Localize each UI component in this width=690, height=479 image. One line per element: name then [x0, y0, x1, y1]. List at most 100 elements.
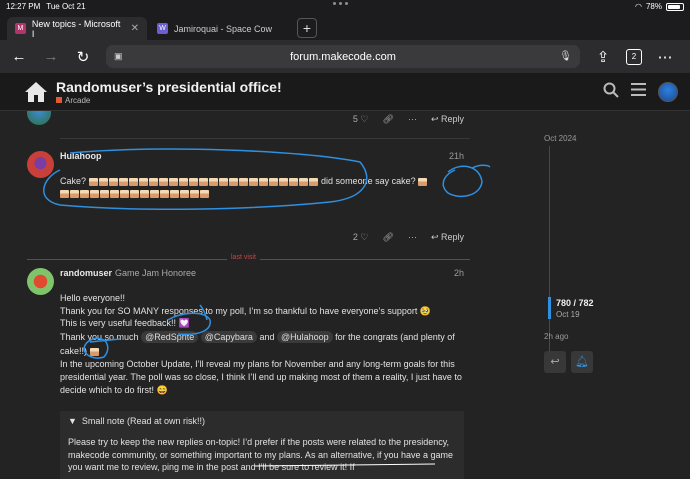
timeline-ago[interactable]: 2h ago	[544, 332, 568, 341]
reply-to-topic-button[interactable]: ↩	[544, 351, 566, 373]
post-actions: 2 ♡ 🔗︎ ⋯ ↩ Reply	[353, 232, 464, 243]
makecode-favicon-icon: M	[15, 23, 26, 34]
cake-emoji	[188, 177, 198, 186]
avatar[interactable]	[27, 151, 54, 178]
last-visit-divider: last visit	[27, 254, 470, 261]
new-tab-button[interactable]: +	[297, 18, 317, 38]
post-randomuser: randomuser Game Jam Honoree 2h Hello ever…	[27, 268, 470, 408]
cake-emoji	[200, 190, 209, 199]
share-icon[interactable]: ⇪	[594, 48, 612, 66]
timeline-start-date[interactable]: Oct 2024	[544, 134, 576, 143]
like-button[interactable]: 5 ♡	[353, 114, 369, 125]
cake-emoji	[150, 190, 159, 199]
reply-button[interactable]: ↩ Reply	[431, 114, 464, 125]
hamburger-menu-icon[interactable]	[631, 83, 646, 100]
cake-emoji	[90, 190, 99, 199]
post-text: and	[259, 332, 275, 343]
details-block: ▼ Small note (Read at own risk!!) Please…	[60, 411, 464, 479]
cake-emoji	[178, 177, 188, 186]
post-time[interactable]: 21h	[449, 151, 464, 161]
cake-emoji	[138, 177, 148, 186]
page-favicon-icon: W	[157, 23, 168, 34]
status-bar: 12:27 PM Tue Oct 21 ◠ 78%	[0, 0, 690, 13]
cake-emoji	[98, 177, 108, 186]
link-icon[interactable]: 🔗︎	[383, 232, 394, 243]
address-bar[interactable]: ▣ forum.makecode.com 🎙	[106, 45, 580, 68]
mention-link[interactable]: @Capybara	[200, 331, 257, 344]
reply-label: Reply	[440, 114, 464, 124]
browser-tab-bar: M New topics - Microsoft I ✕ W Jamiroqua…	[0, 13, 690, 40]
timeline-position[interactable]: 780 / 782 Oct 19	[556, 298, 594, 319]
tab-label: Jamiroquai - Space Cow	[174, 23, 273, 34]
notification-bell-icon[interactable]: 🔔︎	[571, 351, 593, 373]
more-icon[interactable]: ⋯	[408, 114, 417, 125]
details-summary[interactable]: ▼ Small note (Read at own risk!!)	[60, 411, 464, 431]
post-text: did someone say cake?	[321, 176, 416, 186]
cake-emoji	[248, 177, 258, 186]
tab-new-topics[interactable]: M New topics - Microsoft I ✕	[7, 17, 147, 40]
wifi-icon: ◠	[635, 2, 642, 11]
forward-arrow-icon[interactable]: →	[42, 48, 60, 65]
category-badge[interactable]: Arcade	[56, 96, 282, 105]
tab-count-button[interactable]: 2	[626, 48, 642, 65]
category-label: Arcade	[65, 95, 91, 105]
cake-emoji	[80, 190, 89, 199]
cake-emoji	[118, 177, 128, 186]
browser-toolbar: ← → ↻ ▣ forum.makecode.com 🎙 ⇪ 2 ⋯	[0, 40, 690, 73]
cake-emoji	[140, 190, 149, 199]
mention-link[interactable]: @RedSprite	[141, 331, 199, 344]
cake-emoji	[108, 177, 118, 186]
post-username[interactable]: randomuser Game Jam Honoree	[60, 268, 196, 278]
post-stream: 5 ♡ 🔗︎ ⋯ ↩ Reply Hulahoop 21h Cake? did …	[0, 111, 530, 479]
post-hulahoop: Hulahoop 21h Cake? did someone say cake?…	[27, 151, 470, 246]
home-icon[interactable]	[24, 81, 48, 103]
forum-header: Randomuser’s presidential office! Arcade	[0, 73, 690, 111]
cake-emoji	[180, 190, 189, 199]
post-paragraph: Thank you for SO MANY responses to my po…	[60, 305, 432, 316]
post-time[interactable]: 2h	[454, 268, 464, 278]
cake-emoji	[288, 177, 298, 186]
mention-link[interactable]: @Hulahoop	[276, 331, 333, 344]
cake-emoji	[208, 177, 218, 186]
cake-emoji	[170, 190, 179, 199]
cake-emoji	[308, 177, 318, 186]
cake-emoji	[198, 177, 208, 186]
search-icon[interactable]	[603, 82, 619, 102]
refresh-icon[interactable]: ↻	[74, 48, 92, 66]
close-tab-icon[interactable]: ✕	[131, 23, 139, 34]
multitask-dots[interactable]	[333, 2, 357, 5]
timeline-handle[interactable]	[548, 297, 551, 319]
tab-label: New topics - Microsoft I	[31, 18, 121, 39]
status-time: 12:27 PM	[6, 2, 41, 11]
more-options-icon[interactable]: ⋯	[656, 48, 674, 66]
like-button[interactable]: 2 ♡	[353, 232, 369, 243]
cake-emoji	[268, 177, 278, 186]
post-body: Hello everyone!! Thank you for SO MANY r…	[60, 292, 465, 396]
post-divider	[60, 138, 470, 139]
post-actions: 5 ♡ 🔗︎ ⋯ ↩ Reply	[353, 114, 464, 125]
post-paragraph: In the upcoming October Update, I’ll rev…	[60, 359, 462, 395]
avatar[interactable]	[27, 111, 51, 125]
cake-emoji	[238, 177, 248, 186]
post-paragraph: Thank you so much @RedSprite @Capybara a…	[60, 330, 465, 358]
back-arrow-icon[interactable]: ←	[10, 48, 28, 65]
more-icon[interactable]: ⋯	[408, 232, 417, 243]
cake-emoji	[158, 177, 168, 186]
cake-emoji	[418, 177, 428, 186]
details-text: Please try to keep the new replies on-to…	[68, 437, 454, 473]
user-avatar[interactable]	[658, 81, 678, 102]
post-username[interactable]: Hulahoop	[60, 151, 102, 161]
cake-emoji	[100, 190, 109, 199]
tab-jamiroquai[interactable]: W Jamiroquai - Space Cow	[149, 17, 289, 40]
post-text: Cake?	[60, 176, 87, 186]
reply-button[interactable]: ↩ Reply	[431, 232, 464, 243]
avatar[interactable]	[27, 268, 54, 295]
cake-emoji	[120, 190, 129, 199]
battery-percent: 78%	[645, 2, 662, 11]
link-icon[interactable]: 🔗︎	[383, 114, 394, 125]
post-body: Cake? did someone say cake?	[60, 175, 465, 200]
cake-emoji	[130, 190, 139, 199]
reply-label: Reply	[440, 232, 464, 242]
topic-title[interactable]: Randomuser’s presidential office!	[56, 79, 282, 95]
cake-emoji	[70, 190, 79, 199]
